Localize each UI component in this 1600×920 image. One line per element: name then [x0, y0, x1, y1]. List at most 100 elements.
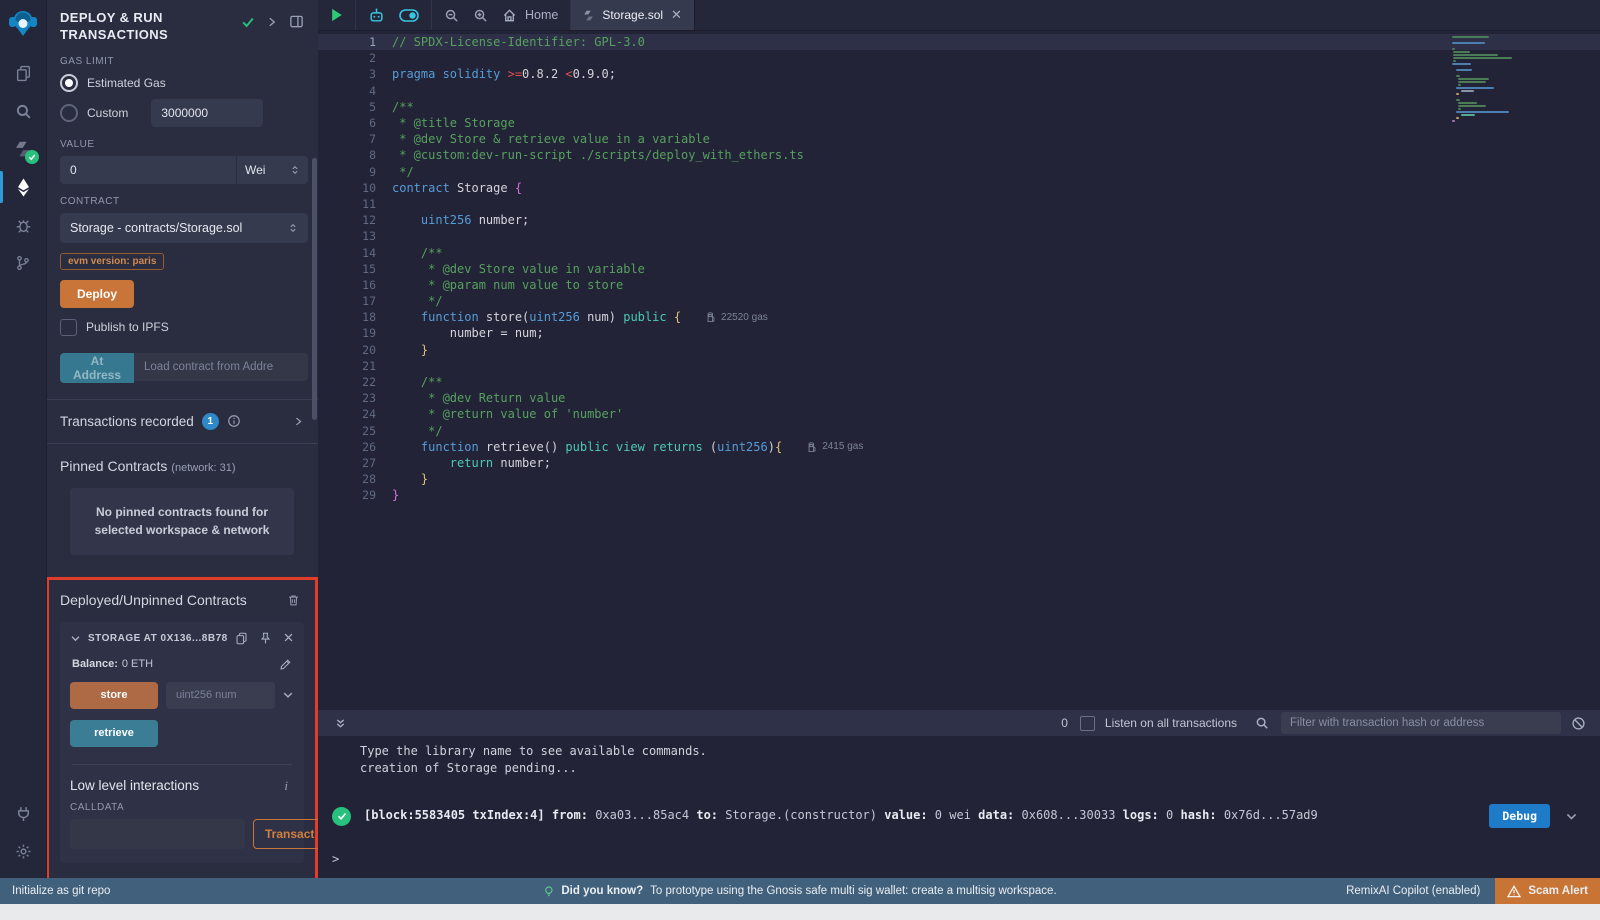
minimap-line	[1456, 93, 1459, 95]
search-icon[interactable]	[0, 92, 46, 130]
balance-label: Balance:	[72, 658, 118, 670]
instance-address-label[interactable]: STORAGE AT 0X136...8B78	[88, 633, 228, 644]
deploy-button[interactable]: Deploy	[60, 280, 134, 308]
terminal-body[interactable]: Type the library name to see available c…	[318, 736, 1600, 866]
run-script-icon[interactable]	[330, 8, 343, 22]
code-editor[interactable]: 1// SPDX-License-Identifier: GPL-3.023pr…	[318, 31, 1600, 713]
bottom-strip	[0, 904, 1600, 920]
info-icon[interactable]: i	[284, 778, 288, 794]
clear-filter-icon[interactable]	[1571, 716, 1586, 731]
minimap-line	[1456, 87, 1494, 89]
expand-tx-chevron-icon[interactable]	[1565, 810, 1578, 823]
value-unit-label: Wei	[245, 163, 265, 177]
minimap-line	[1453, 60, 1456, 62]
store-function-button[interactable]: store	[70, 682, 158, 709]
line-number: 16	[318, 278, 392, 292]
listen-all-checkbox[interactable]	[1080, 716, 1095, 731]
scam-alert-button[interactable]: Scam Alert	[1495, 878, 1600, 904]
editor-area: Home Storage.sol ✕ 1// SPDX-License-Iden…	[318, 0, 1600, 710]
transactions-recorded-row[interactable]: Transactions recorded 1	[60, 400, 304, 443]
zoom-out-icon[interactable]	[444, 8, 459, 23]
minimap-line	[1461, 114, 1476, 116]
minimap-line	[1453, 54, 1498, 56]
collapse-terminal-icon[interactable]	[334, 717, 347, 730]
git-icon[interactable]	[0, 244, 46, 282]
value-unit-select[interactable]: Wei	[236, 156, 308, 184]
at-address-button[interactable]: At Address	[60, 353, 134, 383]
contract-select[interactable]: Storage - contracts/Storage.sol	[60, 213, 308, 243]
minimap-line	[1456, 99, 1459, 101]
code-line: 24 * @return value of 'number'	[318, 406, 1600, 422]
line-number: 8	[318, 148, 392, 162]
editor-minimap[interactable]	[1452, 36, 1522, 123]
files-icon[interactable]	[0, 54, 46, 92]
transaction-log-row[interactable]: [block:5583405 txIndex:4] from: 0xa03...…	[332, 804, 1586, 828]
tab-storage-sol[interactable]: Storage.sol ✕	[571, 0, 695, 30]
debug-button[interactable]: Debug	[1489, 804, 1550, 828]
copilot-status[interactable]: RemixAI Copilot (enabled)	[1331, 885, 1495, 897]
minimap-line	[1456, 69, 1472, 71]
line-number: 12	[318, 213, 392, 227]
minimap-line	[1458, 81, 1486, 83]
trash-icon[interactable]	[287, 593, 300, 607]
value-input[interactable]	[60, 156, 236, 184]
store-arg-input[interactable]	[166, 682, 275, 709]
custom-gas-option[interactable]: Custom	[60, 99, 304, 127]
panel-scrollbar[interactable]	[312, 158, 317, 420]
estimated-gas-radio[interactable]	[60, 74, 78, 92]
panel-title: DEPLOY & RUN TRANSACTIONS	[60, 10, 220, 44]
line-number: 7	[318, 132, 392, 146]
remix-logo[interactable]	[8, 8, 38, 38]
gas-estimate-annotation: 2415 gas	[808, 441, 863, 452]
info-icon[interactable]	[227, 414, 241, 428]
pinned-network-label: (network: 31)	[171, 462, 235, 474]
code-line: 5/**	[318, 99, 1600, 115]
panel-layout-icon[interactable]	[289, 14, 304, 29]
solidity-compiler-icon[interactable]	[0, 130, 46, 168]
copy-icon[interactable]	[235, 632, 248, 645]
transact-button[interactable]: Transact	[253, 819, 318, 849]
code-line: 4	[318, 83, 1600, 99]
calldata-input[interactable]	[70, 819, 245, 849]
minimap-line	[1456, 117, 1459, 119]
plugin-manager-icon[interactable]	[0, 794, 46, 832]
minimap-line	[1452, 120, 1455, 122]
code-line: 19 number = num;	[318, 325, 1600, 341]
estimated-gas-option[interactable]: Estimated Gas	[60, 74, 304, 92]
at-address-input[interactable]	[134, 353, 308, 381]
deploy-run-icon[interactable]	[0, 168, 46, 206]
zoom-in-icon[interactable]	[473, 8, 488, 23]
code-line: 7 * @dev Store & retrieve value in a var…	[318, 131, 1600, 147]
publish-ipfs-checkbox[interactable]	[60, 319, 77, 336]
contract-label: CONTRACT	[60, 196, 304, 207]
custom-gas-radio[interactable]	[60, 104, 78, 122]
publish-ipfs-row[interactable]: Publish to IPFS	[60, 319, 304, 336]
expand-args-chevron-icon[interactable]	[282, 689, 294, 701]
home-icon[interactable]	[502, 8, 517, 23]
debugger-icon[interactable]	[0, 206, 46, 244]
gas-estimate-annotation: 22520 gas	[707, 312, 768, 323]
transactions-recorded-label: Transactions recorded	[60, 414, 194, 429]
custom-gas-input[interactable]	[151, 99, 263, 127]
pin-icon[interactable]	[259, 632, 272, 645]
edit-icon[interactable]	[279, 658, 292, 671]
close-icon[interactable]: ✕	[671, 7, 682, 23]
lightbulb-icon	[543, 885, 554, 898]
minimap-line	[1452, 36, 1489, 38]
settings-icon[interactable]	[0, 832, 46, 870]
line-number: 5	[318, 100, 392, 114]
chevron-right-icon[interactable]	[293, 416, 304, 427]
close-icon[interactable]	[283, 632, 294, 645]
ai-assistant-icon[interactable]	[368, 7, 385, 24]
line-number: 20	[318, 343, 392, 357]
ai-toggle-icon[interactable]	[399, 9, 419, 22]
chevron-down-icon[interactable]	[70, 633, 81, 644]
code-line: 28 }	[318, 471, 1600, 487]
terminal-prompt[interactable]: >	[332, 852, 1586, 866]
terminal-filter-input[interactable]	[1281, 712, 1561, 734]
home-tab-label[interactable]: Home	[525, 8, 558, 22]
panel-pin-right-icon[interactable]	[266, 16, 278, 28]
code-line: 25 */	[318, 423, 1600, 439]
retrieve-function-button[interactable]: retrieve	[70, 720, 158, 747]
git-init-button[interactable]: Initialize as git repo	[0, 885, 122, 897]
